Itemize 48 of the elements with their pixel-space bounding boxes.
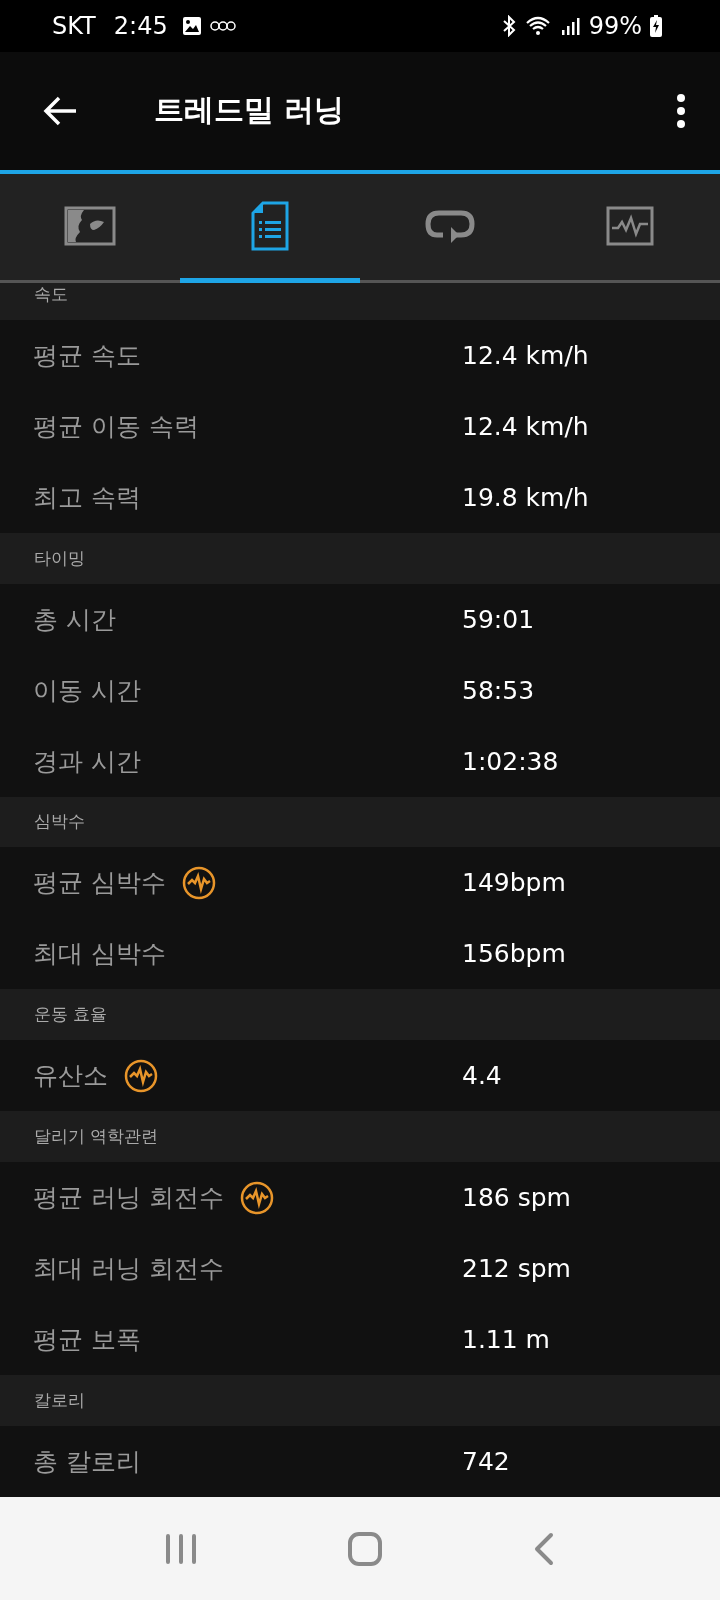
stat-value: 1.11 m bbox=[462, 1325, 550, 1355]
document-list-icon bbox=[251, 200, 289, 251]
stat-label: 평균 심박수 bbox=[33, 867, 166, 900]
stat-label: 유산소 bbox=[33, 1060, 108, 1093]
back-arrow-icon[interactable] bbox=[42, 94, 78, 127]
battery-icon bbox=[650, 15, 662, 37]
section-title: 속도 bbox=[34, 282, 68, 306]
section-title: 운동 효율 bbox=[34, 1003, 108, 1027]
stat-value: 156bpm bbox=[462, 939, 566, 969]
home-icon[interactable] bbox=[347, 1530, 383, 1567]
gallery-icon bbox=[181, 16, 202, 36]
signal-icon bbox=[560, 16, 581, 36]
notification-icon bbox=[209, 20, 236, 32]
stat-value: 4.4 bbox=[462, 1061, 502, 1091]
section-title: 타이밍 bbox=[34, 546, 85, 570]
stat-value: 186 spm bbox=[462, 1183, 571, 1213]
stat-label: 최고 속력 bbox=[33, 481, 141, 514]
stat-label: 총 칼로리 bbox=[33, 1446, 141, 1479]
stat-value: 212 spm bbox=[462, 1254, 571, 1284]
activity-graph-icon bbox=[606, 205, 654, 246]
back-icon[interactable] bbox=[533, 1531, 555, 1566]
stat-value: 742 bbox=[462, 1447, 510, 1477]
section-title: 칼로리 bbox=[34, 1389, 85, 1413]
section-title: 심박수 bbox=[34, 810, 85, 834]
stat-label: 이동 시간 bbox=[33, 674, 141, 707]
more-options-icon[interactable] bbox=[676, 93, 686, 128]
screen-title: 트레드밀 러닝 bbox=[154, 91, 345, 130]
recent-apps-icon[interactable] bbox=[165, 1532, 197, 1565]
stat-value: 149bpm bbox=[462, 868, 566, 898]
battery-text: 99% bbox=[588, 12, 642, 40]
stat-label: 평균 이동 속력 bbox=[33, 410, 199, 443]
map-icon bbox=[64, 205, 116, 246]
stat-value: 58:53 bbox=[462, 675, 535, 705]
stat-value: 12.4 km/h bbox=[462, 411, 589, 441]
carrier-text: SKT bbox=[52, 12, 96, 40]
stat-value: 12.4 km/h bbox=[462, 340, 589, 370]
stat-value: 59:01 bbox=[462, 604, 535, 634]
stat-label: 경과 시간 bbox=[33, 745, 141, 778]
stat-label: 평균 보폭 bbox=[33, 1324, 141, 1357]
stat-label: 평균 러닝 회전수 bbox=[33, 1182, 224, 1215]
section-title: 달리기 역학관련 bbox=[34, 1125, 159, 1149]
stat-label: 평균 속도 bbox=[33, 339, 141, 372]
stat-value: 19.8 km/h bbox=[462, 482, 589, 512]
stat-label: 최대 러닝 회전수 bbox=[33, 1253, 224, 1286]
clock-text: 2:45 bbox=[113, 12, 168, 40]
stat-label: 최대 심박수 bbox=[33, 938, 166, 971]
stat-label: 총 시간 bbox=[33, 603, 116, 636]
stat-value: 1:02:38 bbox=[462, 746, 559, 776]
